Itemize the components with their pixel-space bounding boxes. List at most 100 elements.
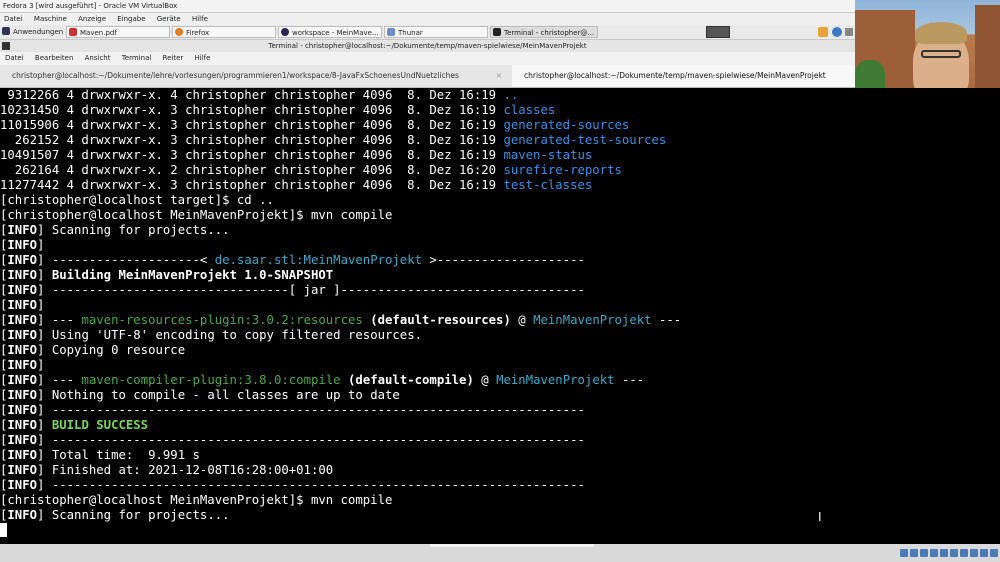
dir-name: .. [503,88,519,102]
vbox-menubar: Datei Maschine Anzeige Eingabe Geräte Hi… [0,13,855,25]
dir-name: generated-sources [503,118,630,132]
build-success: BUILD SUCCESS [51,418,149,432]
terminal-window-icon[interactable] [2,42,10,50]
person-hair [915,22,967,44]
dir-name: classes [503,103,556,117]
info-line: [INFO] Using 'UTF-8' encoding to copy fi… [0,328,423,342]
task-eclipse-workspace[interactable]: workspace - MeinMave... [278,26,382,38]
ls-row: 10491507 4 drwxrwxr-x. 3 christopher chr… [0,148,593,162]
display-icon[interactable] [960,548,968,557]
shared-folder-icon[interactable] [950,548,958,557]
network-icon[interactable] [832,27,842,37]
building-right [975,5,1000,97]
audio-icon[interactable] [920,548,928,557]
dir-name: test-classes [503,178,593,192]
info-line: [INFO] --- maven-compiler-plugin:3.8.0:c… [0,373,645,387]
firefox-icon [175,28,183,36]
tab-workspace[interactable]: christopher@localhost:~/Dokumente/lehre/… [0,65,512,87]
vbox-status-tray [900,545,1000,560]
pdf-icon [69,28,77,36]
ls-row: 11015906 4 drwxrwxr-x. 3 christopher chr… [0,118,630,132]
keyboard-icon[interactable] [990,548,998,557]
hdd-icon[interactable] [900,548,908,557]
menu-ansicht[interactable]: Ansicht [85,54,111,62]
ls-row: 9312266 4 drwxrwxr-x. 4 christopher chri… [0,88,519,102]
mouse-integration-icon[interactable] [980,548,988,557]
dir-name: surefire-reports [503,163,622,177]
menu-reiter[interactable]: Reiter [163,54,184,62]
recording-icon[interactable] [970,548,978,557]
prompt-line: [christopher@localhost target]$ cd .. [0,193,274,207]
info-line: [INFO] --------------------< de.saar.stl… [0,253,585,267]
task-maven-pdf[interactable]: Maven.pdf [66,26,170,38]
project-name: MeinMavenProjekt [533,313,652,327]
cursor-line [0,523,1000,538]
menu-bearbeiten[interactable]: Bearbeiten [35,54,73,62]
info-line: [INFO] [0,358,45,372]
mouse-ibeam-icon: I [818,510,822,524]
terminal-menubar: Datei Bearbeiten Ansicht Terminal Reiter… [0,52,855,65]
info-line: [INFO] --------------------------------[… [0,283,585,297]
webcam-overlay [855,0,1000,97]
terminal-title-bar: Terminal - christopher@localhost:~/Dokum… [0,40,855,52]
info-line: [INFO] Scanning for projects... [0,223,230,237]
project-name: MeinMavenProjekt [496,373,615,387]
vbox-menu-eingabe[interactable]: Eingabe [117,15,145,23]
menu-datei[interactable]: Datei [5,54,24,62]
volume-icon[interactable] [845,28,853,36]
info-line: [INFO] [0,298,45,312]
vbox-menu-geraete[interactable]: Geräte [157,15,181,23]
artifact-id: de.saar.stl:MeinMavenProjekt [214,253,423,267]
vbox-menu-maschine[interactable]: Maschine [34,15,67,23]
usb-icon[interactable] [940,548,948,557]
ls-row: 262164 4 drwxrwxr-x. 2 christopher chris… [0,163,622,177]
vbox-title-bar: Fedora 3 [wird ausgeführt] - Oracle VM V… [0,0,855,13]
info-line: [INFO] --- maven-resources-plugin:3.0.2:… [0,313,682,327]
network-icon[interactable] [930,548,938,557]
package-icon[interactable] [818,27,828,37]
workspace-switcher[interactable] [706,26,730,38]
ls-row: 10231450 4 drwxrwxr-x. 3 christopher chr… [0,103,556,117]
text-cursor [0,523,7,537]
vbox-menu-datei[interactable]: Datei [4,15,23,23]
horizontal-scrollbar[interactable] [430,544,594,547]
info-line: [INFO] Total time: 9.991 s [0,448,200,462]
prompt-line: [christopher@localhost MeinMavenProjekt]… [0,208,393,222]
info-line: [INFO] Nothing to compile - all classes … [0,388,400,402]
info-line: [INFO] Scanning for projects... [0,508,230,522]
vbox-title: Fedora 3 [wird ausgeführt] - Oracle VM V… [3,2,178,10]
info-line: [INFO] ---------------------------------… [0,403,585,417]
terminal-title: Terminal - christopher@localhost:~/Dokum… [268,42,587,50]
ls-row: 11277442 4 drwxrwxr-x. 3 christopher chr… [0,178,593,192]
info-line: [INFO] ---------------------------------… [0,478,585,492]
vbox-menu-anzeige[interactable]: Anzeige [78,15,106,23]
dir-name: maven-status [503,148,593,162]
info-line: [INFO] Building MeinMavenProjekt 1.0-SNA… [0,268,334,282]
folder-icon [387,28,395,36]
eclipse-icon [281,28,289,36]
menu-hilfe[interactable]: Hilfe [195,54,211,62]
ls-row: 262152 4 drwxrwxr-x. 3 christopher chris… [0,133,667,147]
task-thunar[interactable]: Thunar [384,26,488,38]
close-icon[interactable]: × [496,65,502,87]
plugin-name: maven-resources-plugin:3.0.2:resources [81,313,363,327]
task-firefox[interactable]: Firefox [172,26,276,38]
applications-menu-button[interactable]: Anwendungen [0,26,66,38]
glasses [921,50,961,58]
info-line: [INFO] BUILD SUCCESS [0,418,149,432]
vbox-menu-hilfe[interactable]: Hilfe [192,15,208,23]
menu-terminal[interactable]: Terminal [122,54,152,62]
optical-drive-icon[interactable] [910,548,918,557]
guest-taskbar: Anwendungen Maven.pdf Firefox workspace … [0,25,855,40]
dir-name: generated-test-sources [503,133,667,147]
plugin-name: maven-compiler-plugin:3.8.0:compile [81,373,341,387]
info-line: [INFO] ---------------------------------… [0,433,585,447]
info-line: [INFO] Copying 0 resource [0,343,186,357]
info-line: [INFO] [0,238,45,252]
terminal-icon [493,28,501,36]
terminal-output[interactable]: 9312266 4 drwxrwxr-x. 4 christopher chri… [0,88,1000,544]
info-line: [INFO] Finished at: 2021-12-08T16:28:00+… [0,463,334,477]
task-terminal[interactable]: Terminal - christopher@... [490,26,598,38]
terminal-tabs: christopher@localhost:~/Dokumente/lehre/… [0,65,1000,88]
prompt-line: [christopher@localhost MeinMavenProjekt]… [0,493,393,507]
